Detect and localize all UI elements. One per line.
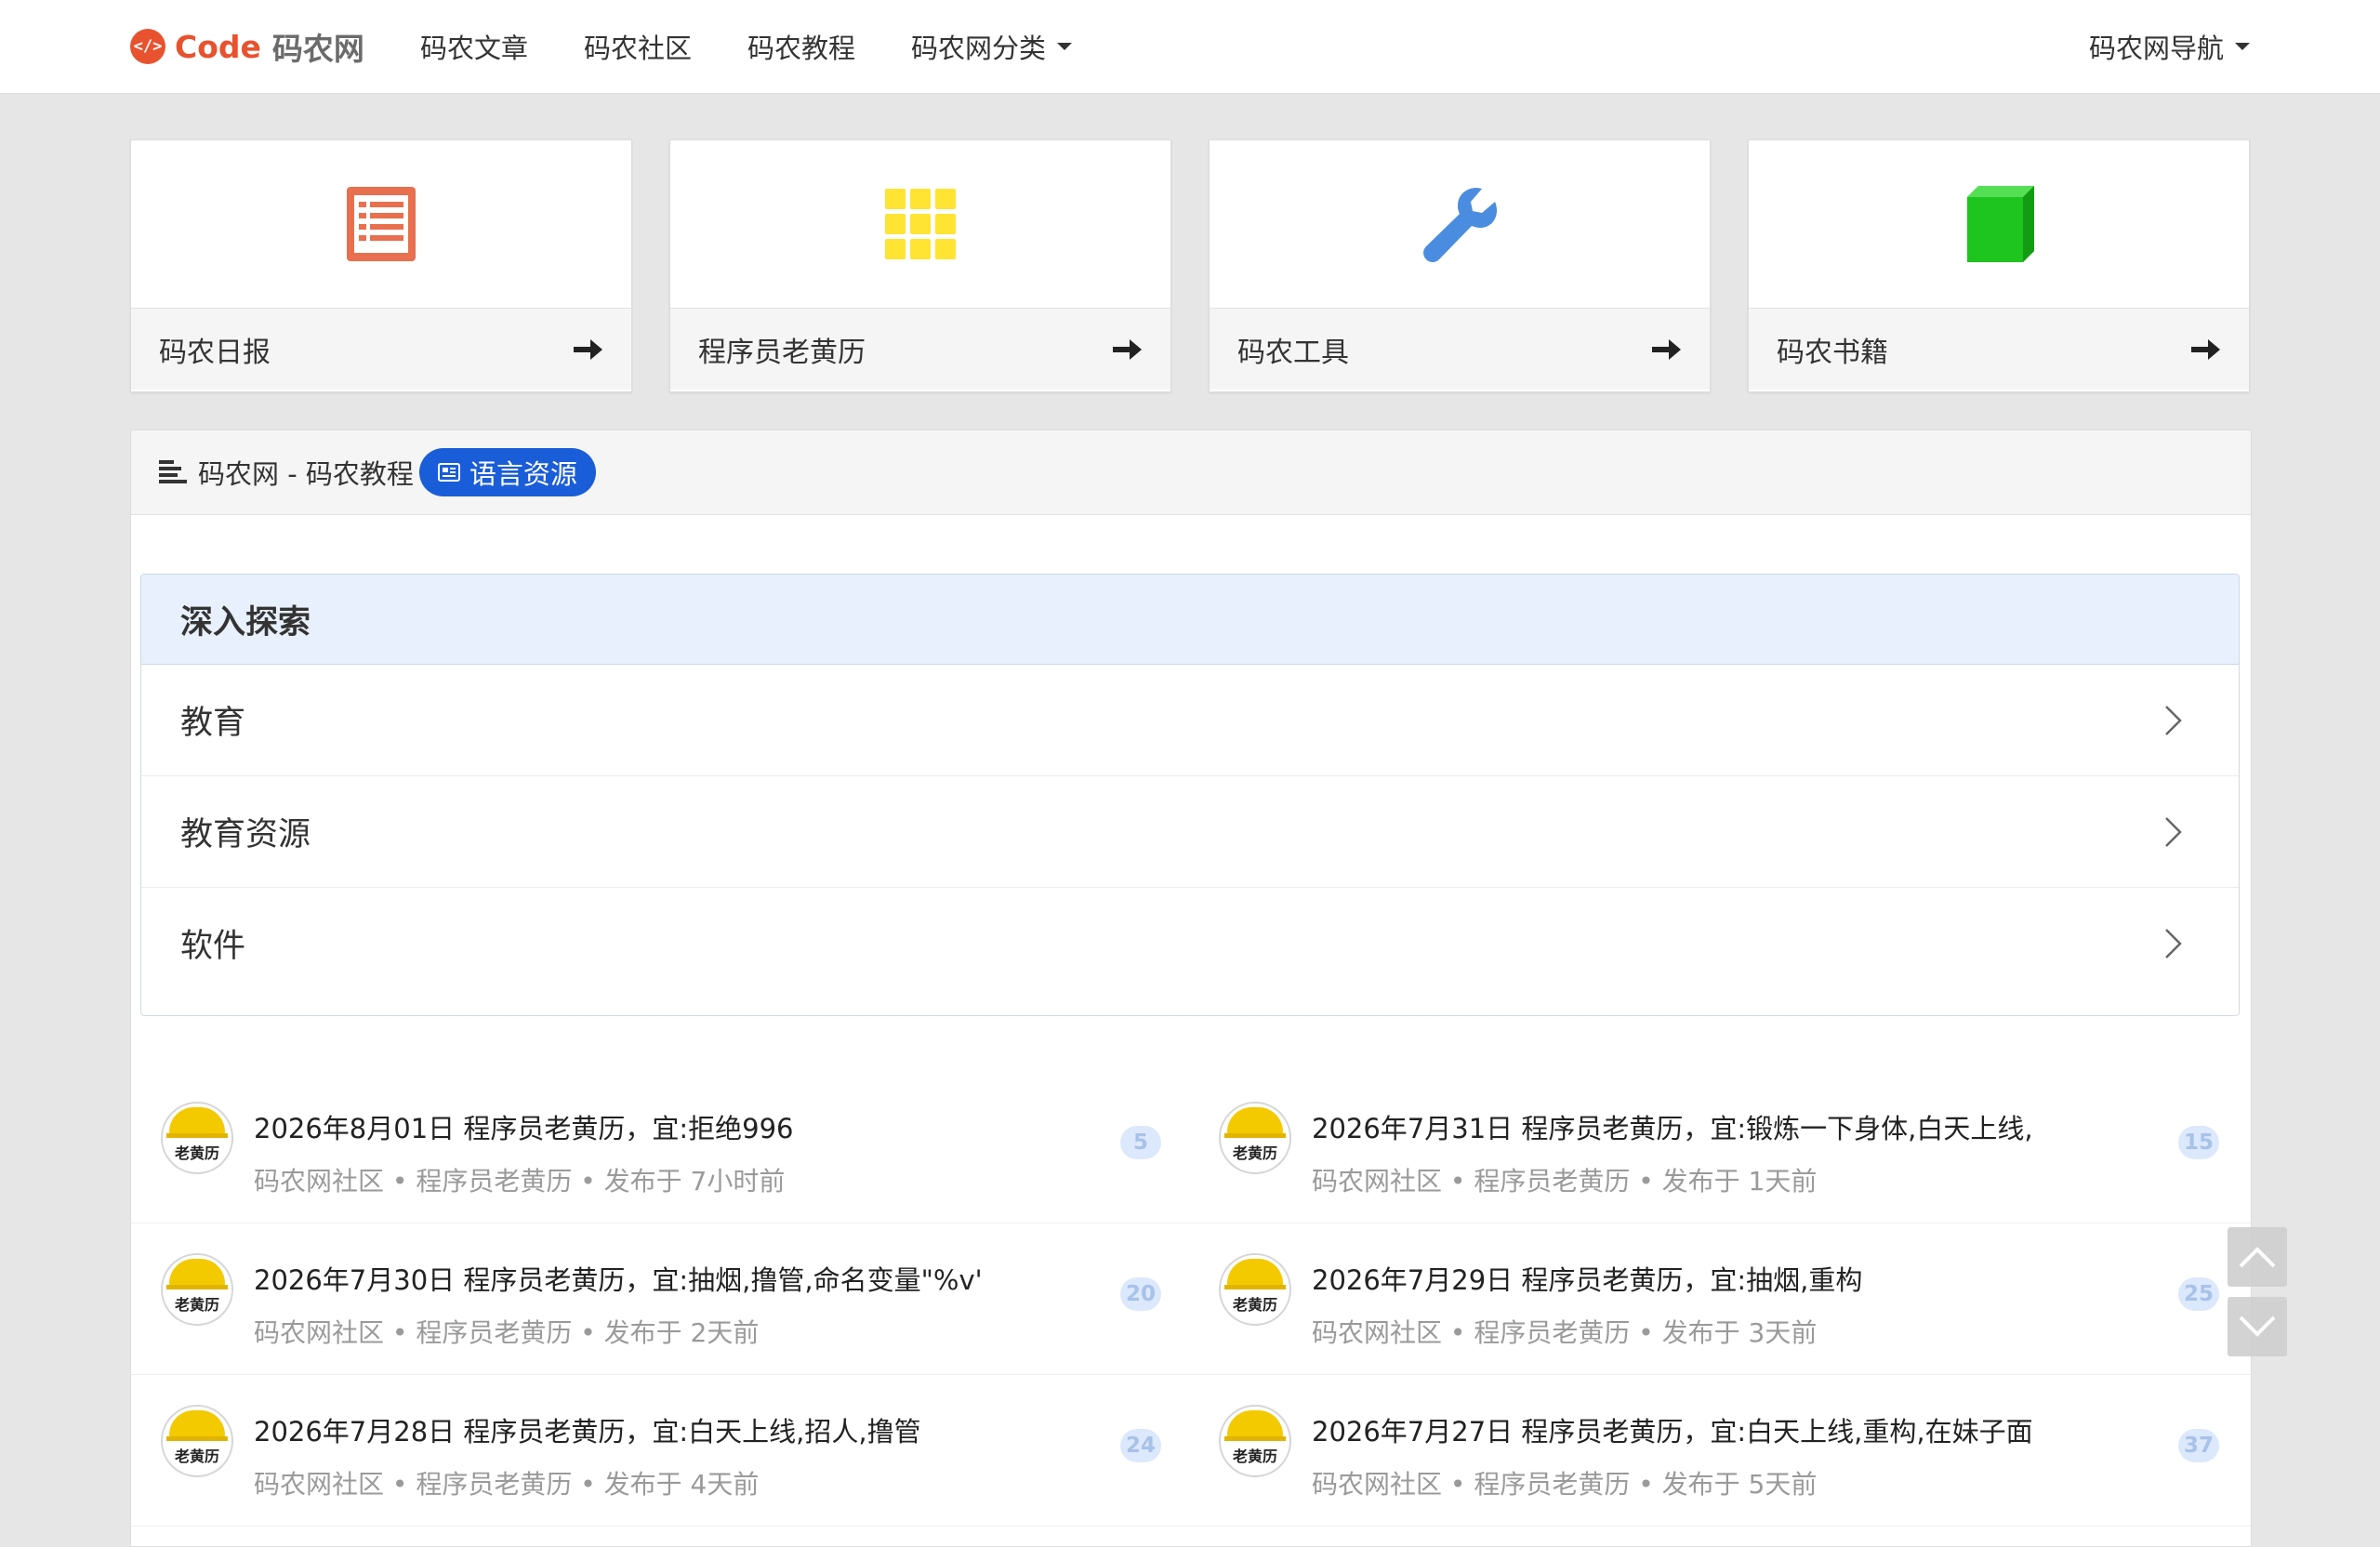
post-item[interactable]: 老黄历 2026年7月27日 程序员老黄历，宜:白天上线,重构,在妹子面 码农网… [1189,1375,2247,1526]
reply-count-badge: 20 [1119,1277,1161,1311]
post-row: 老黄历 2026年8月01日 程序员老黄历，宜:拒绝996 码农网社区 • 程序… [131,1072,2251,1223]
language-resources-tag[interactable]: 语言资源 [418,448,596,496]
chevron-down-icon [2239,1316,2276,1337]
brand-name-text: 码农网 [271,31,364,67]
card-books-label: 码农书籍 [1777,336,1888,369]
post-item[interactable]: 老黄历 2026年8月01日 程序员老黄历，宜:拒绝996 码农网社区 • 程序… [131,1072,1189,1223]
avatar: 老黄历 [1219,1253,1291,1326]
panel-header: 码农网 - 码农教程 语言资源 [131,430,2251,515]
nav-tutorials[interactable]: 码农教程 [747,27,855,66]
avatar: 老黄历 [1219,1102,1291,1174]
post-item[interactable]: 老黄历 2026年7月30日 程序员老黄历，宜:抽烟,撸管,命名变量"%v' 码… [131,1223,1189,1374]
wrench-icon [1423,187,1498,262]
chevron-up-icon [2239,1247,2276,1268]
arrow-right-icon [1652,337,1682,362]
list-icon [347,187,416,261]
post-meta: 码农网社区 • 程序员老黄历 • 发布于 2天前 [254,1317,760,1348]
post-title[interactable]: 2026年7月28日 程序员老黄历，宜:白天上线,招人,撸管 [254,1410,921,1449]
newspaper-icon [437,463,460,482]
panel-title: 码农网 - 码农教程 [198,458,414,490]
brand-code-text: Code [175,28,261,65]
post-title[interactable]: 2026年7月27日 程序员老黄历，宜:白天上线,重构,在妹子面 [1312,1410,2033,1449]
nav-categories-label: 码农网分类 [911,33,1047,64]
post-title[interactable]: 2026年7月29日 程序员老黄历，宜:抽烟,重构 [1312,1259,1862,1298]
post-meta: 码农网社区 • 程序员老黄历 • 发布于 7小时前 [254,1166,786,1197]
nav-site-guide-label: 码农网导航 [2088,33,2224,64]
chevron-right-icon [2165,705,2182,735]
reply-count-badge: 24 [1119,1429,1161,1462]
post-title[interactable]: 2026年7月31日 程序员老黄历，宜:锻炼一下身体,白天上线, [1312,1107,2033,1146]
tag-label: 语言资源 [469,458,577,490]
post-meta: 码农网社区 • 程序员老黄历 • 发布于 3天前 [1312,1317,1818,1348]
explore-item-label: 教育 [180,705,246,742]
explore-item-education[interactable]: 教育 [141,665,2239,776]
card-almanac[interactable]: 程序员老黄历 [669,139,1171,392]
post-meta: 码农网社区 • 程序员老黄历 • 发布于 1天前 [1312,1166,1818,1197]
code-logo-icon: </> [130,29,165,64]
post-title[interactable]: 2026年7月30日 程序员老黄历，宜:抽烟,撸管,命名变量"%v' [254,1259,983,1298]
align-left-icon [159,460,187,484]
explore-item-label: 软件 [180,928,246,965]
explore-item-software[interactable]: 软件 [141,888,2239,998]
grid-icon [885,189,956,259]
explore-box: 深入探索 教育 教育资源 软件 [140,574,2240,1016]
post-title[interactable]: 2026年8月01日 程序员老黄历，宜:拒绝996 [254,1107,794,1146]
feature-cards: 码农日报 程序员老黄历 码农工具 码农书籍 [130,139,2250,392]
arrow-right-icon [2191,337,2221,362]
card-daily-label: 码农日报 [159,336,271,369]
main-nav: 码农文章 码农社区 码农教程 码农网分类 [420,0,1128,93]
tutorial-panel: 码农网 - 码农教程 语言资源 深入探索 教育 教育资源 软件 老黄历 2026… [130,430,2252,1547]
post-list: 老黄历 2026年8月01日 程序员老黄历，宜:拒绝996 码农网社区 • 程序… [131,1072,2251,1527]
explore-title: 深入探索 [141,575,2239,665]
caret-down-icon [1057,43,1073,50]
nav-categories-dropdown[interactable]: 码农网分类 [911,27,1073,66]
chevron-right-icon [2165,928,2182,959]
reply-count-badge: 37 [2177,1429,2219,1462]
post-item[interactable]: 老黄历 2026年7月29日 程序员老黄历，宜:抽烟,重构 码农网社区 • 程序… [1189,1223,2247,1374]
reply-count-badge: 15 [2177,1126,2219,1159]
arrow-right-icon [574,337,603,362]
top-navbar: </> Code 码农网 码农文章 码农社区 码农教程 码农网分类 码农网导航 [0,0,2380,94]
avatar: 老黄历 [161,1405,233,1477]
post-row: 老黄历 2026年7月30日 程序员老黄历，宜:抽烟,撸管,命名变量"%v' 码… [131,1223,2251,1375]
reply-count-badge: 25 [2177,1277,2219,1311]
card-tools[interactable]: 码农工具 [1209,139,1711,392]
post-meta: 码农网社区 • 程序员老黄历 • 发布于 5天前 [1312,1469,1818,1500]
nav-articles[interactable]: 码农文章 [420,27,528,66]
book-icon [1967,186,2034,262]
scroll-to-bottom-button[interactable] [2228,1297,2287,1356]
card-books[interactable]: 码农书籍 [1748,139,2250,392]
post-item[interactable]: 老黄历 2026年7月31日 程序员老黄历，宜:锻炼一下身体,白天上线, 码农网… [1189,1072,2247,1223]
avatar: 老黄历 [161,1253,233,1326]
avatar: 老黄历 [1219,1405,1291,1477]
card-tools-label: 码农工具 [1237,336,1349,369]
explore-item-label: 教育资源 [180,816,311,853]
post-item[interactable]: 老黄历 2026年7月28日 程序员老黄历，宜:白天上线,招人,撸管 码农网社区… [131,1375,1189,1526]
chevron-right-icon [2165,816,2182,847]
scroll-to-top-button[interactable] [2228,1227,2287,1287]
nav-community[interactable]: 码农社区 [584,27,692,66]
reply-count-badge: 5 [1120,1126,1161,1159]
nav-site-guide-dropdown[interactable]: 码农网导航 [2089,0,2250,93]
brand-logo-link[interactable]: </> Code 码农网 [130,26,364,67]
card-almanac-label: 程序员老黄历 [698,336,866,369]
card-daily[interactable]: 码农日报 [130,139,632,392]
post-meta: 码农网社区 • 程序员老黄历 • 发布于 4天前 [254,1469,760,1500]
explore-item-education-resources[interactable]: 教育资源 [141,776,2239,888]
avatar: 老黄历 [161,1102,233,1174]
caret-down-icon [2235,43,2250,50]
arrow-right-icon [1113,337,1143,362]
post-row: 老黄历 2026年7月28日 程序员老黄历，宜:白天上线,招人,撸管 码农网社区… [131,1375,2251,1527]
